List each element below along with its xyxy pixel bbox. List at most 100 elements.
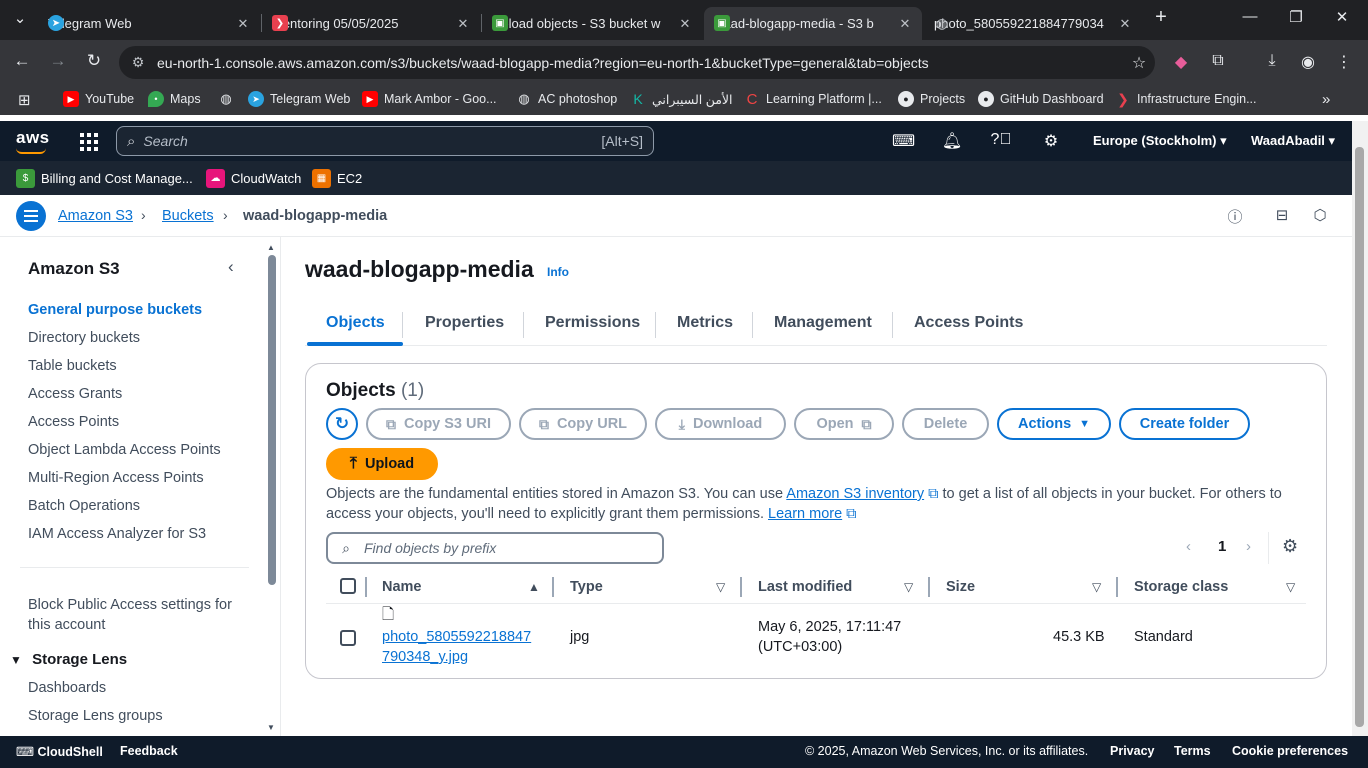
help-icon[interactable]: ?⃝	[990, 131, 1012, 149]
chevron-left-icon[interactable]: ‹	[228, 257, 234, 277]
bookmark-maps[interactable]: • Maps	[148, 91, 201, 107]
close-icon[interactable]: ✕	[896, 16, 914, 32]
sidebar-section-storage-lens[interactable]: ▼ Storage Lens	[10, 651, 127, 668]
close-icon[interactable]: ✕	[1116, 16, 1134, 32]
reload-icon[interactable]: ↻	[82, 51, 106, 71]
browser-tab-photo[interactable]: ◍ photo_580559221884779034 ✕	[924, 7, 1142, 40]
address-bar[interactable]: ⚙ eu-north-1.console.aws.amazon.com/s3/b…	[119, 46, 1155, 79]
close-icon[interactable]: ✕	[676, 16, 694, 32]
sidebar-item-table-buckets[interactable]: Table buckets	[28, 358, 117, 374]
browser-tab-bucket[interactable]: ▣ waad-blogapp-media - S3 b ✕	[704, 7, 922, 40]
tab-access-points[interactable]: Access Points	[914, 314, 1023, 332]
extension-icon[interactable]: ◆	[1170, 52, 1192, 72]
column-header-last-modified[interactable]: Last modified	[758, 579, 852, 595]
sidebar-item-dashboards[interactable]: Dashboards	[28, 680, 106, 696]
learn-more-link[interactable]: Learn more	[768, 506, 842, 522]
s3-inventory-link[interactable]: Amazon S3 inventory	[786, 486, 924, 502]
table-settings-gear-icon[interactable]: ⚙	[1282, 536, 1298, 557]
breadcrumb-buckets[interactable]: Buckets	[162, 208, 214, 224]
sidebar-item-access-points[interactable]: Access Points	[28, 414, 119, 430]
sidebar-item-access-grants[interactable]: Access Grants	[28, 386, 122, 402]
close-icon[interactable]: ✕	[454, 16, 472, 32]
sidebar-item-general-purpose-buckets[interactable]: General purpose buckets	[28, 302, 202, 318]
column-header-name[interactable]: Name	[382, 579, 422, 595]
sort-icon[interactable]: ▽	[904, 580, 913, 594]
bookmark-star-icon[interactable]: ☆	[1123, 53, 1155, 73]
bookmark-infrastructure[interactable]: ❯ Infrastructure Engin...	[1115, 91, 1256, 107]
sort-icon[interactable]: ▽	[1092, 580, 1101, 594]
apps-grid-icon[interactable]: ⊞	[18, 91, 31, 109]
feedback-link[interactable]: Feedback	[120, 744, 178, 758]
page-scrollbar-thumb[interactable]	[1355, 147, 1364, 727]
aws-search-input[interactable]: ⌕ Search [Alt+S]	[116, 126, 654, 156]
tab-search-icon[interactable]: ⌄	[8, 9, 32, 27]
close-icon[interactable]: ✕	[234, 16, 252, 32]
favorite-ec2[interactable]: ▦ EC2	[312, 169, 362, 188]
privacy-link[interactable]: Privacy	[1110, 744, 1154, 758]
extensions-puzzle-icon[interactable]: ⧉	[1207, 52, 1229, 70]
status-icon[interactable]: ⬡	[1310, 206, 1330, 226]
sort-icon[interactable]: ▽	[716, 580, 725, 594]
cloudshell-icon[interactable]: ⌨	[892, 131, 915, 151]
previous-page-icon[interactable]: ‹	[1186, 538, 1191, 555]
column-header-type[interactable]: Type	[570, 579, 603, 595]
bookmark-mark-ambor[interactable]: ▶ Mark Ambor - Goo...	[362, 91, 497, 107]
info-link[interactable]: Info	[547, 265, 569, 279]
page-number[interactable]: 1	[1218, 538, 1226, 555]
breadcrumb-amazon-s3[interactable]: Amazon S3	[58, 208, 133, 224]
open-button[interactable]: Open ⧉	[794, 408, 894, 440]
scroll-down-arrow-icon[interactable]: ▼	[267, 723, 275, 732]
column-header-storage-class[interactable]: Storage class	[1134, 579, 1228, 595]
row-checkbox[interactable]	[340, 630, 356, 646]
maximize-icon[interactable]: ❐	[1284, 8, 1308, 26]
browser-tab-mentoring[interactable]: ❯ Mentoring 05/05/2025 ✕	[262, 7, 480, 40]
object-prefix-search[interactable]: ⌕ Find objects by prefix	[326, 532, 664, 564]
forward-icon[interactable]: →	[46, 51, 70, 71]
download-icon[interactable]: ⤓	[1261, 52, 1283, 70]
bookmark-youtube[interactable]: ▶ YouTube	[63, 91, 134, 107]
actions-button[interactable]: Actions ▼	[997, 408, 1111, 440]
bookmark-learning[interactable]: C Learning Platform |...	[744, 91, 882, 108]
tab-management[interactable]: Management	[774, 314, 872, 332]
minimize-icon[interactable]: —	[1238, 8, 1262, 25]
cookie-preferences-link[interactable]: Cookie preferences	[1232, 744, 1348, 758]
bookmark-globe[interactable]: ◍	[218, 91, 240, 107]
bookmark-projects[interactable]: ● Projects	[898, 91, 965, 107]
download-button[interactable]: ⤓ Download	[655, 408, 786, 440]
bookmark-github-dashboard[interactable]: ● GitHub Dashboard	[978, 91, 1104, 107]
services-grid-icon[interactable]	[80, 133, 98, 151]
copy-url-button[interactable]: ⧉ Copy URL	[519, 408, 647, 440]
info-icon[interactable]: ⓘ	[1225, 206, 1245, 226]
site-info-icon[interactable]: ⚙	[119, 54, 157, 71]
scroll-up-arrow-icon[interactable]: ▲	[267, 243, 275, 252]
bookmark-cyber[interactable]: K الأمن السيبراني	[630, 91, 732, 107]
tab-objects[interactable]: Objects	[326, 314, 385, 332]
panel-icon[interactable]: ⊟	[1272, 206, 1292, 226]
favorite-cloudwatch[interactable]: ☁ CloudWatch	[206, 169, 301, 188]
notifications-bell-icon[interactable]: 🔔︎	[941, 131, 963, 151]
sidebar-scrollbar[interactable]	[268, 255, 276, 585]
tab-permissions[interactable]: Permissions	[545, 314, 640, 332]
aws-logo[interactable]: aws	[16, 128, 50, 154]
sort-icon[interactable]: ▽	[1286, 580, 1295, 594]
terms-link[interactable]: Terms	[1174, 744, 1211, 758]
upload-button[interactable]: ⤒ Upload	[326, 448, 438, 480]
bookmark-ac-photoshop[interactable]: ◍ AC photoshop	[516, 91, 617, 107]
favorite-billing[interactable]: $ Billing and Cost Manage...	[16, 169, 193, 188]
object-name-link[interactable]: photo_5805592218847 790348_y.jpg	[382, 627, 531, 667]
copy-s3-uri-button[interactable]: ⧉ Copy S3 URI	[366, 408, 511, 440]
sort-ascending-icon[interactable]: ▲	[528, 580, 540, 594]
browser-tab-telegram[interactable]: ➤ Telegram Web ✕	[38, 7, 260, 40]
next-page-icon[interactable]: ›	[1246, 538, 1251, 555]
region-selector[interactable]: Europe (Stockholm) ▾	[1093, 133, 1227, 149]
nav-menu-icon[interactable]	[16, 201, 46, 231]
delete-button[interactable]: Delete	[902, 408, 989, 440]
refresh-button[interactable]: ↻	[326, 408, 358, 440]
profile-icon[interactable]: ◉	[1297, 52, 1319, 72]
settings-gear-icon[interactable]: ⚙	[1040, 131, 1062, 151]
page-scrollbar[interactable]	[1352, 121, 1368, 736]
browser-tab-upload[interactable]: ▣ Upload objects - S3 bucket w ✕	[482, 7, 702, 40]
bookmark-telegram[interactable]: ➤ Telegram Web	[248, 91, 350, 107]
cloudshell-footer-button[interactable]: ⌨ CloudShell	[16, 744, 103, 759]
sidebar-item-multi-region[interactable]: Multi-Region Access Points	[28, 470, 204, 486]
